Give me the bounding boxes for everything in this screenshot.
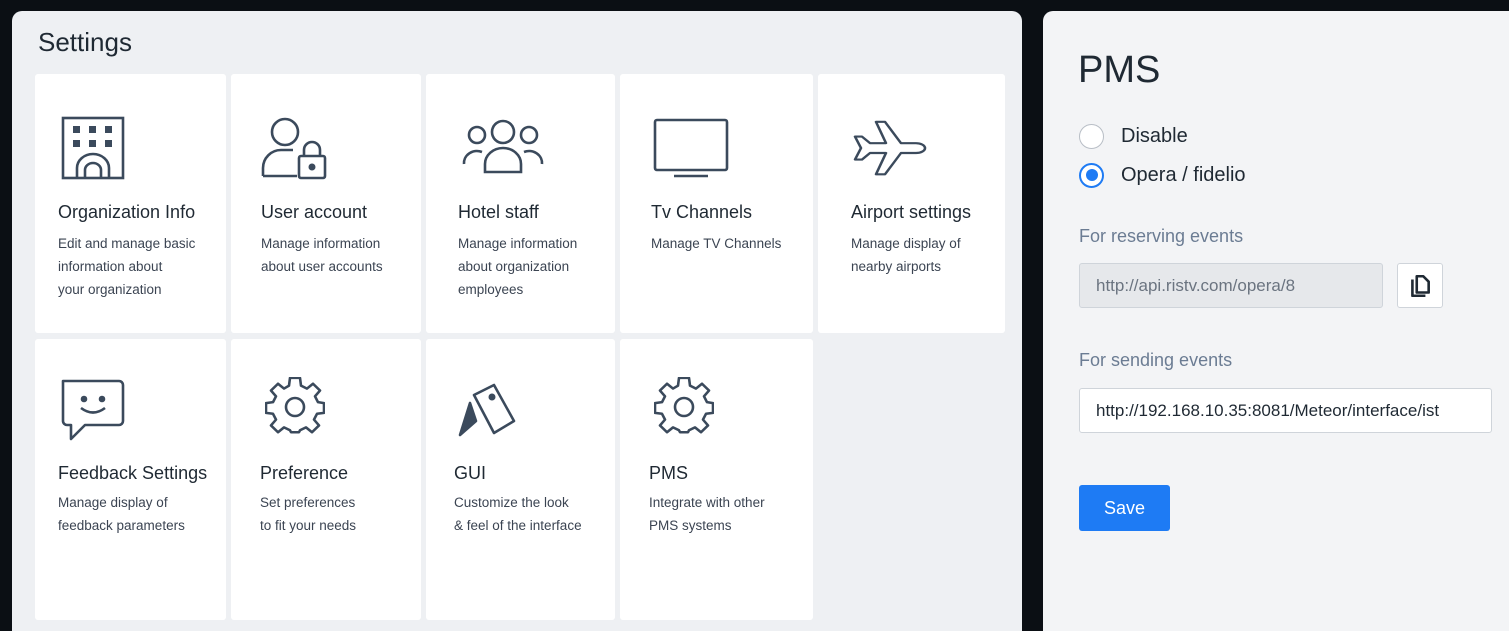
airplane-icon <box>852 112 928 184</box>
radio-label: Disable <box>1121 124 1188 147</box>
radio-label: Opera / fidelio <box>1121 163 1246 186</box>
users-group-icon <box>460 112 546 184</box>
card-title: PMS <box>649 463 689 483</box>
user-lock-icon <box>259 112 331 184</box>
card-tv-channels[interactable]: Tv Channels Manage TV Channels <box>620 74 813 333</box>
pms-title: PMS <box>1078 49 1161 91</box>
save-button[interactable]: Save <box>1079 485 1170 531</box>
card-title: Organization Info <box>58 202 196 222</box>
building-icon <box>57 112 129 184</box>
radio-opera-fidelio[interactable]: Opera / fidelio <box>1079 161 1246 189</box>
card-title: GUI <box>454 463 487 483</box>
card-title: Tv Channels <box>651 202 753 222</box>
gear-icon <box>654 377 714 437</box>
settings-title: Settings <box>38 27 132 57</box>
card-description: Manage display of nearby airports <box>851 236 961 274</box>
feedback-icon <box>57 375 129 447</box>
card-title: User account <box>261 202 368 222</box>
settings-panel: Settings Organization Info Edit and mana… <box>12 11 1022 631</box>
card-airport-settings[interactable]: Airport settings Manage display of nearb… <box>818 74 1005 333</box>
radio-button[interactable] <box>1079 123 1104 149</box>
card-description: Customize the look & feel of the interfa… <box>454 495 582 533</box>
card-organization-info[interactable]: Organization Info Edit and manage basic … <box>35 74 226 333</box>
tv-icon <box>652 112 730 184</box>
card-description: Manage information about user accounts <box>261 236 383 274</box>
card-user-account[interactable]: User account Manage information about us… <box>231 74 421 333</box>
card-description: Manage TV Channels <box>651 236 782 251</box>
card-description: Manage information about organization em… <box>458 236 578 297</box>
copy-icon <box>1411 274 1430 297</box>
card-description: Integrate with other PMS systems <box>649 495 765 533</box>
pms-panel: PMS Disable Opera / fidelio For reservin… <box>1043 11 1509 631</box>
palette-card-icon <box>456 381 518 437</box>
card-description: Manage display of feedback parameters <box>58 495 185 533</box>
gear-icon <box>265 377 325 437</box>
copy-button[interactable] <box>1397 263 1443 308</box>
sending-events-input[interactable] <box>1079 388 1492 433</box>
card-description: Set preferences to fit your needs <box>260 495 357 533</box>
card-gui[interactable]: GUI Customize the look & feel of the int… <box>426 339 615 620</box>
card-title: Hotel staff <box>458 202 539 222</box>
card-hotel-staff[interactable]: Hotel staff Manage information about org… <box>426 74 615 333</box>
reserving-events-label: For reserving events <box>1079 226 1244 246</box>
card-title: Airport settings <box>851 202 972 222</box>
card-preference[interactable]: Preference Set preferences to fit your n… <box>231 339 421 620</box>
radio-disable[interactable]: Disable <box>1079 122 1188 150</box>
card-title: Preference <box>260 463 349 483</box>
sending-events-label: For sending events <box>1079 350 1233 370</box>
card-pms[interactable]: PMS Integrate with other PMS systems <box>620 339 813 620</box>
card-feedback-settings[interactable]: Feedback Settings Manage display of feed… <box>35 339 226 620</box>
card-description: Edit and manage basic information about … <box>58 236 196 297</box>
radio-button[interactable] <box>1079 162 1104 188</box>
reserving-events-input[interactable] <box>1079 263 1383 308</box>
card-title: Feedback Settings <box>58 463 208 483</box>
